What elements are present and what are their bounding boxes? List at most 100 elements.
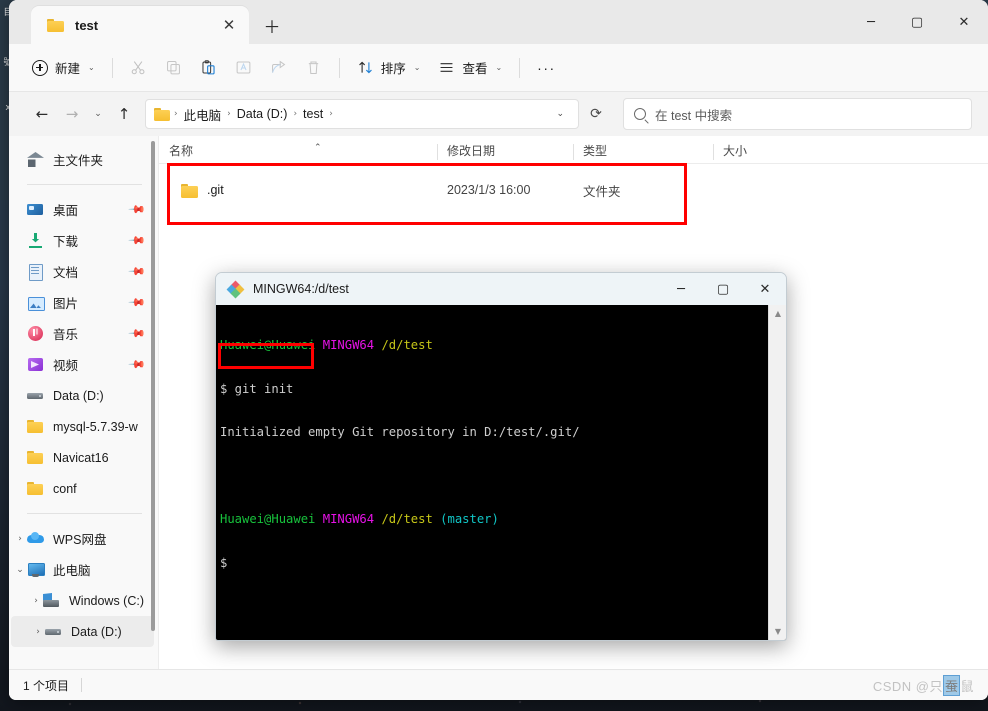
status-divider (81, 678, 83, 692)
share-button[interactable] (261, 52, 296, 84)
sidebar-item-data-d-tree[interactable]: › Data (D:) (11, 616, 154, 647)
terminal-title-label: MINGW64:/d/test (253, 282, 349, 296)
new-tab-button[interactable]: ＋ (255, 9, 289, 41)
plus-circle-icon (32, 59, 48, 76)
sidebar-item-mysql[interactable]: mysql-5.7.39-w (9, 411, 158, 442)
sidebar-item-downloads[interactable]: 下载 📌 (9, 225, 158, 256)
terminal-line-3 (220, 469, 764, 484)
breadcrumb-separator: › (329, 109, 333, 119)
column-header-name[interactable]: 名称 ⌃ (159, 142, 437, 163)
sidebar-item-navicat16[interactable]: Navicat16 (9, 442, 158, 473)
terminal-path: /d/test (381, 512, 441, 526)
minimize-icon[interactable]: ─ (660, 273, 702, 305)
view-button[interactable]: 查看 ⌄ (429, 52, 511, 84)
sidebar-item-data-d[interactable]: Data (D:) (9, 380, 158, 411)
breadcrumb-item-0[interactable]: 此电脑 (179, 105, 227, 124)
column-header-size[interactable]: 大小 (713, 142, 813, 163)
triangle-up-icon[interactable]: ▲ (769, 305, 786, 322)
back-button[interactable]: ← (27, 99, 57, 129)
terminal-output-area[interactable]: Huawei@Huawei MINGW64 /d/test $ git init… (216, 305, 786, 640)
sidebar-item-music[interactable]: 音乐 📌 (9, 318, 158, 349)
pin-icon[interactable]: 📌 (128, 324, 147, 343)
watermark-suffix: 鼠 (960, 679, 974, 694)
sidebar-item-videos[interactable]: 视频 📌 (9, 349, 158, 380)
forward-button[interactable]: → (57, 99, 87, 129)
trash-icon (308, 61, 318, 74)
pin-icon[interactable]: 📌 (128, 293, 147, 312)
triangle-down-icon[interactable]: ▼ (769, 623, 786, 640)
up-button[interactable]: ↑ (109, 99, 139, 129)
chevron-right-icon[interactable]: › (13, 534, 27, 544)
tab-test[interactable]: test ✕ (31, 6, 249, 44)
delete-button[interactable] (296, 52, 331, 84)
sidebar-item-conf[interactable]: conf (9, 473, 158, 504)
sidebar-item-pictures[interactable]: 图片 📌 (9, 287, 158, 318)
terminal-scrollbar[interactable]: ▲ ▼ (768, 305, 786, 640)
music-icon (27, 325, 44, 342)
terminal-line-4: Huawei@Huawei MINGW64 /d/test (master) (220, 512, 764, 527)
breadcrumb[interactable]: › 此电脑 › Data (D:) › test › ⌄ (145, 99, 579, 129)
maximize-icon[interactable]: ▢ (894, 0, 940, 44)
terminal-path: /d/test (381, 338, 433, 352)
pin-icon[interactable]: 📌 (128, 231, 147, 250)
new-button[interactable]: 新建 ⌄ (23, 52, 104, 84)
chevron-right-icon[interactable]: › (31, 627, 45, 637)
rename-button[interactable] (226, 52, 261, 84)
address-bar-row: ← → ⌄ ↑ › 此电脑 › Data (D:) › test › ⌄ ⟳ 在… (9, 92, 988, 136)
cell-date: 2023/1/3 16:00 (447, 183, 531, 197)
sidebar-item-label: 图片 (53, 297, 79, 311)
column-header-date[interactable]: 修改日期 (437, 142, 573, 163)
chevron-down-icon: ⌄ (413, 63, 421, 72)
cut-button[interactable] (121, 52, 156, 84)
refresh-button[interactable]: ⟳ (581, 99, 611, 129)
maximize-icon[interactable]: ▢ (702, 273, 744, 305)
chevron-down-icon[interactable]: ⌄ (548, 109, 572, 119)
column-header-type[interactable]: 类型 (573, 142, 713, 163)
pin-icon[interactable]: 📌 (128, 355, 147, 374)
sidebar-item-this-pc[interactable]: ⌄ 此电脑 (9, 554, 158, 585)
recent-locations-button[interactable]: ⌄ (87, 99, 109, 129)
sort-ascending-icon: ⌃ (314, 143, 322, 153)
sidebar-item-label: conf (53, 481, 77, 496)
pictures-icon (27, 294, 45, 311)
terminal-branch: (master) (440, 512, 499, 526)
copy-button[interactable] (156, 52, 191, 84)
terminal-shell-name: MINGW64 (322, 338, 382, 352)
folder-icon (181, 183, 198, 198)
breadcrumb-item-2[interactable]: test (298, 107, 328, 121)
sidebar-item-label: 文档 (53, 266, 79, 280)
sidebar-scrollbar-thumb[interactable] (151, 141, 155, 631)
pin-icon[interactable]: 📌 (128, 200, 147, 219)
mingw64-terminal-window: MINGW64:/d/test ─ ▢ ✕ Huawei@Huawei MING… (215, 272, 787, 641)
search-input[interactable]: 在 test 中搜索 (623, 98, 972, 130)
sidebar-item-wps-cloud[interactable]: › WPS网盘 (9, 523, 158, 554)
breadcrumb-item-1[interactable]: Data (D:) (232, 107, 293, 121)
chevron-down-icon: ⌄ (88, 63, 95, 72)
sidebar-item-label: 视频 (53, 359, 79, 373)
sort-button[interactable]: 排序 ⌄ (348, 52, 430, 84)
table-row[interactable]: .git 2023/1/3 16:00 文件夹 (159, 172, 988, 208)
pin-icon[interactable]: 📌 (128, 262, 147, 281)
chevron-right-icon[interactable]: › (29, 596, 43, 606)
paste-button[interactable] (191, 52, 226, 84)
tab-close-icon[interactable]: ✕ (217, 13, 241, 37)
terminal-shell-name: MINGW64 (322, 512, 382, 526)
sidebar-item-documents[interactable]: 文档 📌 (9, 256, 158, 287)
chevron-down-icon[interactable]: ⌄ (13, 565, 27, 575)
folder-icon (27, 449, 44, 466)
rename-icon (236, 61, 251, 74)
sidebar-scrollbar[interactable] (151, 141, 155, 631)
close-icon[interactable]: ✕ (744, 273, 786, 305)
close-icon[interactable]: ✕ (940, 0, 988, 44)
folder-icon (27, 418, 44, 435)
sidebar-item-home[interactable]: 主文件夹 (9, 144, 158, 175)
sidebar-item-windows-c[interactable]: › Windows (C:) (9, 585, 158, 616)
windows-drive-icon (43, 592, 60, 609)
minimize-icon[interactable]: ─ (848, 0, 894, 44)
download-icon (27, 232, 44, 249)
terminal-title-bar: MINGW64:/d/test ─ ▢ ✕ (216, 273, 786, 305)
terminal-text: Huawei@Huawei MINGW64 /d/test $ git init… (220, 309, 764, 599)
more-options-button[interactable]: ··· (528, 52, 565, 84)
list-lines-icon (440, 63, 453, 72)
sidebar-item-desktop[interactable]: 桌面 📌 (9, 194, 158, 225)
